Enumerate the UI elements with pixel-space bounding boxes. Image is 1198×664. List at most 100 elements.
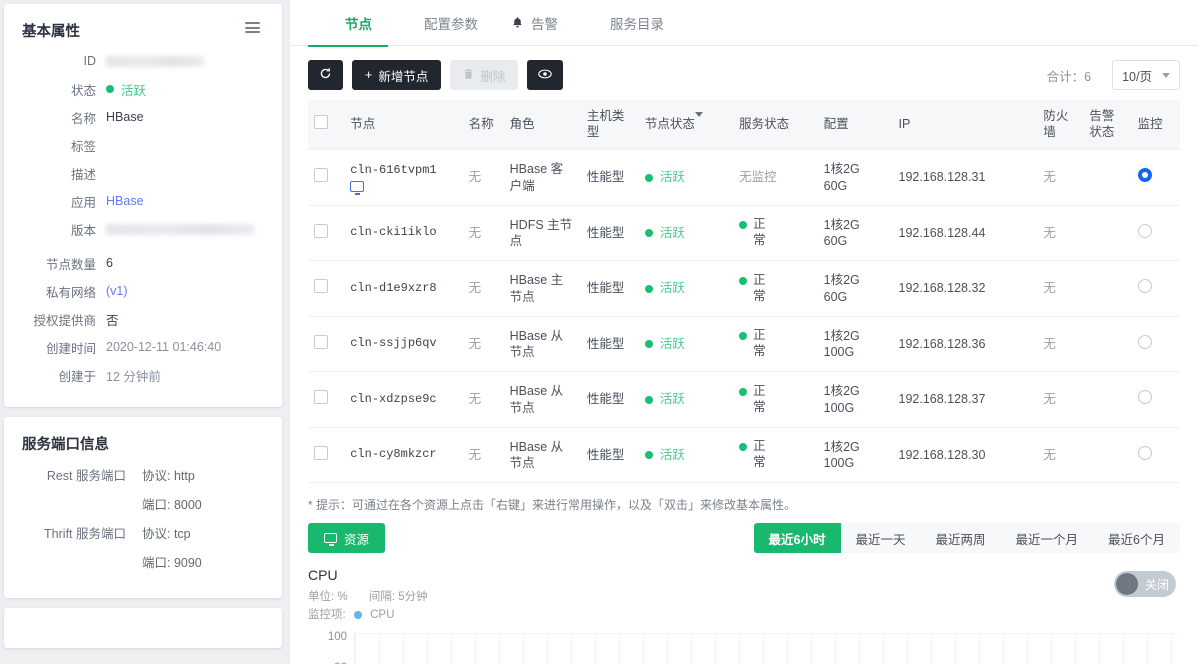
- monitor-radio[interactable]: [1137, 223, 1152, 238]
- prop-value: [106, 223, 254, 235]
- row-checkbox[interactable]: [314, 334, 328, 349]
- select-all-header: [308, 100, 345, 150]
- row-checkbox[interactable]: [314, 279, 328, 294]
- cell-ip: 192.168.128.32: [892, 260, 1038, 317]
- node-state-text: 活跃: [659, 447, 685, 462]
- range-6m[interactable]: 最近6个月: [1093, 523, 1180, 554]
- cell-alarm-state: [1083, 149, 1132, 206]
- sort-descending-icon[interactable]: [694, 111, 703, 131]
- tab-alarms[interactable]: 告警: [494, 0, 574, 46]
- cell-name: 无: [462, 371, 504, 428]
- header-firewall[interactable]: 防火墙: [1037, 100, 1084, 150]
- service-state-dot-icon: [739, 387, 748, 396]
- hamburger-icon[interactable]: [245, 22, 260, 33]
- prop-value: 2020-12-11 01:46:40: [106, 340, 222, 354]
- range-6h[interactable]: 最近6小时: [753, 523, 841, 554]
- page-size-select[interactable]: 10/页: [1112, 60, 1180, 90]
- refresh-button[interactable]: [308, 60, 343, 90]
- table-hint-text: * 提示：可通过在各个资源上点击「右键」来进行常用操作，以及「双击」来修改基本属…: [308, 498, 797, 513]
- table-row[interactable]: cln-cki1iklo 无 HDFS 主节点 性能型 活跃 正常 1核2G 6…: [308, 205, 1180, 262]
- header-service-state[interactable]: 服务状态: [733, 100, 818, 150]
- cell-service-state: 正常: [733, 427, 818, 484]
- delete-label: 删除: [480, 69, 506, 84]
- cell-role: HBase 从节点: [503, 316, 581, 373]
- table-row[interactable]: cln-ssjjp6qv 无 HBase 从节点 性能型 活跃 正常 1核2G …: [308, 316, 1180, 373]
- refresh-icon: [319, 67, 332, 83]
- tab-nodes[interactable]: 节点: [308, 0, 388, 47]
- nodes-table: 节点 名称 角色 主机类型 节点状态 服务状态 配置 IP 防火墙 告警状态 监…: [308, 100, 1180, 484]
- view-button[interactable]: [527, 60, 564, 90]
- cell-config: 1核2G 100G: [817, 371, 893, 428]
- cell-node: cln-cki1iklo: [344, 205, 463, 262]
- header-role[interactable]: 角色: [503, 100, 581, 150]
- chart-grid: [354, 632, 1180, 664]
- service-state-text: 正常: [753, 383, 766, 414]
- range-2w[interactable]: 最近两周: [920, 523, 1001, 554]
- header-monitor[interactable]: 监控: [1131, 100, 1180, 150]
- cell-monitor: [1131, 371, 1180, 428]
- header-name[interactable]: 名称: [462, 100, 504, 150]
- select-all-checkbox[interactable]: [314, 115, 328, 130]
- range-1d[interactable]: 最近一天: [840, 523, 921, 554]
- row-checkbox[interactable]: [314, 168, 328, 183]
- table-row[interactable]: cln-cy8mkzcr 无 HBase 从节点 性能型 活跃 正常 1核2G …: [308, 427, 1180, 484]
- row-checkbox[interactable]: [314, 223, 328, 238]
- prop-value: [106, 55, 204, 67]
- resource-button[interactable]: 资源: [308, 523, 386, 554]
- port-row: Thrift 服务端口 协议: tcp: [4, 518, 282, 547]
- cell-config: 1核2G 100G: [817, 316, 893, 373]
- add-node-button[interactable]: + 新增节点: [352, 60, 442, 90]
- cell-config: 1核2G 100G: [817, 427, 893, 484]
- row-checkbox[interactable]: [314, 390, 328, 405]
- cell-role: HBase 主节点: [503, 260, 581, 317]
- cell-node-state: 活跃: [638, 260, 734, 317]
- vpc-link[interactable]: (v1): [106, 284, 128, 298]
- service-state-text: 正常: [753, 217, 766, 247]
- table-row[interactable]: cln-d1e9xzr8 无 HBase 主节点 性能型 活跃 正常 1核2G …: [308, 260, 1180, 317]
- table-row[interactable]: cln-xdzpse9c 无 HBase 从节点 性能型 活跃 正常 1核2G …: [308, 371, 1180, 428]
- delete-button[interactable]: 删除: [450, 60, 519, 90]
- prop-row-vpc: 私有网络 (v1): [4, 277, 282, 305]
- prop-label: 名称: [70, 111, 96, 126]
- cell-role: HBase 从节点: [503, 371, 581, 428]
- port-value: 端口: 8000: [142, 498, 202, 512]
- header-ip[interactable]: IP: [892, 100, 1038, 150]
- cell-node-state: 活跃: [638, 371, 734, 428]
- prop-label: 授权提供商: [33, 313, 96, 328]
- row-checkbox-cell: [308, 260, 345, 317]
- prop-label: 状态: [70, 83, 96, 98]
- tab-config-params[interactable]: 配置参数: [388, 0, 494, 46]
- header-node-state[interactable]: 节点状态: [638, 100, 734, 150]
- prop-label: 创建时间: [45, 341, 96, 356]
- total-count-label: 合计：6: [1046, 69, 1092, 84]
- monitor-radio[interactable]: [1137, 390, 1152, 405]
- monitor-radio[interactable]: [1137, 168, 1152, 183]
- node-name: cln-xdzpse9c: [350, 391, 437, 406]
- cell-alarm-state: [1083, 205, 1132, 262]
- monitor-icon: [324, 533, 337, 546]
- tab-service-catalog[interactable]: 服务目录: [574, 0, 680, 46]
- header-config[interactable]: 配置: [817, 100, 893, 150]
- monitor-radio[interactable]: [1137, 279, 1152, 294]
- header-node[interactable]: 节点: [344, 100, 463, 150]
- range-1m[interactable]: 最近一个月: [1000, 523, 1094, 554]
- cell-host-type: 性能型: [580, 371, 639, 428]
- prop-label: 版本: [70, 223, 96, 238]
- header-alarm-state[interactable]: 告警状态: [1083, 100, 1132, 150]
- header-node-state-label: 节点状态: [644, 116, 695, 131]
- node-state-text: 活跃: [659, 392, 685, 407]
- service-state-text: 正常: [753, 439, 766, 469]
- application-link[interactable]: HBase: [106, 194, 144, 208]
- prop-value: HBase: [106, 110, 144, 124]
- cell-firewall: 无: [1037, 205, 1084, 262]
- row-checkbox[interactable]: [314, 445, 328, 460]
- prop-label: ID: [83, 54, 97, 68]
- cell-name: 无: [462, 205, 504, 262]
- toggle-knob: [1116, 573, 1138, 596]
- monitor-radio[interactable]: [1137, 334, 1152, 349]
- monitor-toggle[interactable]: 关闭: [1114, 571, 1176, 598]
- header-host-type[interactable]: 主机类型: [580, 100, 639, 150]
- table-row[interactable]: cln-616tvpm1 无 HBase 客户端 性能型 活跃 无监控 1核2G…: [308, 149, 1180, 206]
- cell-service-state: 正常: [733, 260, 818, 317]
- monitor-radio[interactable]: [1137, 445, 1152, 460]
